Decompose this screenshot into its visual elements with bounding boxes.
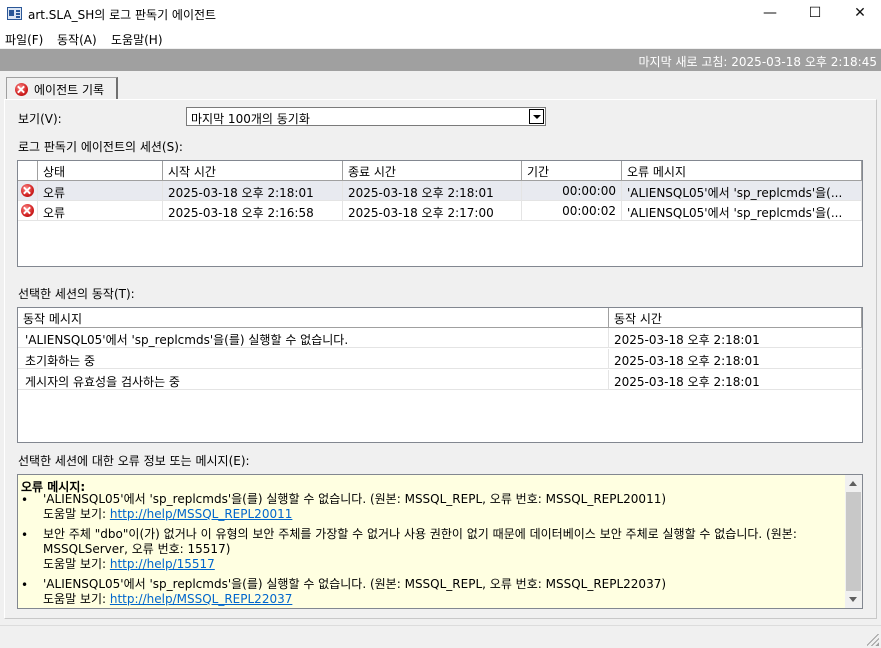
column-header-action-time[interactable]: 동작 시간 (609, 308, 862, 328)
column-header-start-time[interactable]: 시작 시간 (163, 161, 343, 181)
session-duration: 00:00:02 (522, 201, 622, 221)
last-refresh-text: 마지막 새로 고침: 2025-03-18 오후 2:18:45 (638, 55, 877, 69)
help-line: 도움말 보기: http://help/15517 (43, 557, 843, 572)
help-line: 도움말 보기: http://help/MSSQL_REPL20011 (43, 507, 843, 522)
menu-action[interactable]: 동작(A) (57, 31, 97, 48)
session-error: 'ALIENSQL05'에서 'sp_replcmds'을(... (622, 181, 862, 201)
window-title: art.SLA_SH의 로그 판독기 에이전트 (28, 8, 217, 22)
view-select[interactable]: 마지막 100개의 동기화 (186, 107, 546, 126)
scroll-up-icon[interactable] (849, 481, 857, 486)
error-icon (18, 181, 38, 201)
tab-label: 에이전트 기록 (34, 83, 105, 97)
session-status: 오류 (38, 181, 163, 201)
resize-grip-icon[interactable] (867, 634, 879, 646)
error-icon (15, 83, 28, 99)
column-header-duration[interactable]: 기간 (522, 161, 622, 181)
session-status: 오류 (38, 201, 163, 221)
session-end: 2025-03-18 오후 2:17:00 (343, 201, 522, 221)
error-item: 'ALIENSQL05'에서 'sp_replcmds'을(를) 실행할 수 없… (43, 577, 843, 607)
bullet: • (21, 578, 29, 592)
session-end: 2025-03-18 오후 2:18:01 (343, 181, 522, 201)
action-time: 2025-03-18 오후 2:18:01 (609, 328, 862, 348)
scroll-down-icon[interactable] (849, 597, 857, 602)
actions-table: 동작 메시지 동작 시간 'ALIENSQL05'에서 'sp_replcmds… (17, 307, 863, 443)
error-item: 'ALIENSQL05'에서 'sp_replcmds'을(를) 실행할 수 없… (43, 492, 843, 522)
help-link[interactable]: http://help/15517 (110, 557, 215, 571)
scroll-thumb[interactable] (846, 492, 861, 591)
minimize-button[interactable]: — (747, 0, 793, 28)
title-bar: art.SLA_SH의 로그 판독기 에이전트 — ☐ ✕ (0, 0, 881, 28)
menu-help[interactable]: 도움말(H) (111, 31, 163, 48)
column-header-end-time[interactable]: 종료 시간 (343, 161, 522, 181)
session-start: 2025-03-18 오후 2:18:01 (163, 181, 343, 201)
sessions-table: 상태 시작 시간 종료 시간 기간 오류 메시지 오류 2025-03-18 오… (17, 160, 863, 267)
column-header-icon[interactable] (18, 161, 38, 181)
error-details-box[interactable]: 오류 메시지: • 'ALIENSQL05'에서 'sp_replcmds'을(… (17, 474, 863, 609)
actions-label: 선택한 세션의 동작(T): (18, 287, 135, 301)
sessions-label: 로그 판독기 에이전트의 세션(S): (18, 140, 183, 154)
error-item-text: 'ALIENSQL05'에서 'sp_replcmds'을(를) 실행할 수 없… (43, 577, 667, 591)
errors-label: 선택한 세션에 대한 오류 정보 또는 메시지(E): (18, 454, 250, 468)
action-message: 초기화하는 중 (18, 349, 609, 369)
menu-file[interactable]: 파일(F) (5, 31, 43, 48)
help-prefix: 도움말 보기: (43, 507, 110, 521)
action-message: 게시자의 유효성을 검사하는 중 (18, 370, 609, 390)
view-selected-value: 마지막 100개의 동기화 (191, 112, 310, 126)
error-item-text: 보안 주체 "dbo"이(가) 없거나 이 유형의 보안 주체를 가장할 수 없… (43, 527, 797, 556)
error-item: 보안 주체 "dbo"이(가) 없거나 이 유형의 보안 주체를 가장할 수 없… (43, 527, 843, 572)
session-start: 2025-03-18 오후 2:16:58 (163, 201, 343, 221)
bullet: • (21, 493, 29, 507)
error-item-text: 'ALIENSQL05'에서 'sp_replcmds'을(를) 실행할 수 없… (43, 492, 667, 506)
session-duration: 00:00:00 (522, 181, 622, 201)
view-label: 보기(V): (18, 112, 62, 126)
help-link[interactable]: http://help/MSSQL_REPL20011 (110, 507, 292, 521)
vertical-scrollbar[interactable] (845, 475, 862, 608)
column-header-action-message[interactable]: 동작 메시지 (18, 308, 609, 328)
maximize-button[interactable]: ☐ (792, 0, 838, 28)
close-button[interactable]: ✕ (837, 0, 881, 28)
action-time: 2025-03-18 오후 2:18:01 (609, 349, 862, 369)
action-message: 'ALIENSQL05'에서 'sp_replcmds'을(를) 실행할 수 없… (18, 328, 609, 348)
help-prefix: 도움말 보기: (43, 592, 110, 606)
session-error: 'ALIENSQL05'에서 'sp_replcmds'을(... (622, 201, 862, 221)
chevron-down-icon[interactable] (529, 109, 544, 124)
menu-bar: 파일(F) 동작(A) 도움말(H) (0, 28, 881, 48)
help-link[interactable]: http://help/MSSQL_REPL22037 (110, 592, 292, 606)
refresh-status-bar: 마지막 새로 고침: 2025-03-18 오후 2:18:45 (0, 49, 881, 71)
column-header-status[interactable]: 상태 (38, 161, 163, 181)
bottom-status-bar (0, 625, 881, 648)
bullet: • (21, 528, 29, 542)
app-icon (7, 7, 22, 20)
help-prefix: 도움말 보기: (43, 557, 110, 571)
column-header-error-message[interactable]: 오류 메시지 (622, 161, 862, 181)
help-line: 도움말 보기: http://help/MSSQL_REPL22037 (43, 592, 843, 607)
error-icon (18, 201, 38, 221)
tab-agent-history[interactable]: 에이전트 기록 (6, 77, 118, 100)
action-time: 2025-03-18 오후 2:18:01 (609, 370, 862, 390)
